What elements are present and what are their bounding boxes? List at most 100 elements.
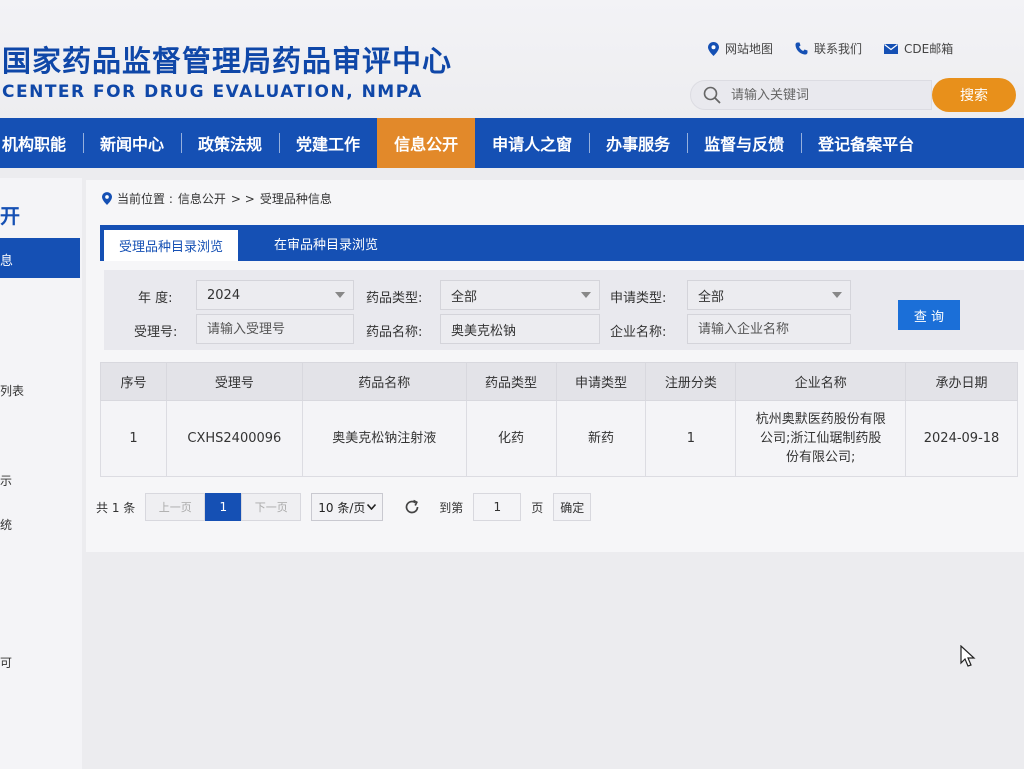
- contact-link[interactable]: 联系我们: [795, 40, 862, 57]
- breadcrumb-current: 受理品种信息: [259, 192, 332, 206]
- cell-company: 杭州奥默医药股份有限 公司;浙江仙琚制药股 份有限公司;: [735, 400, 907, 477]
- search-input[interactable]: [731, 87, 911, 103]
- search-icon: [703, 86, 721, 104]
- mouse-cursor-icon: [960, 645, 976, 667]
- company-field[interactable]: [687, 314, 851, 344]
- cell-apply-type: 新药: [555, 400, 647, 477]
- drug-name-value: 奥美克松钠: [451, 323, 517, 339]
- cell-date: 2024-09-18: [905, 400, 1018, 477]
- table-row[interactable]: 1 CXHS2400096 奥美克松钠注射液 化药 新药 1 杭州奥默医药股份有…: [100, 400, 1018, 477]
- mail-icon: [884, 43, 899, 54]
- tabs-bar: 受理品种目录浏览 在审品种目录浏览: [100, 225, 1024, 261]
- drug-type-select[interactable]: 全部: [440, 280, 600, 310]
- site-map-label: 网站地图: [725, 42, 774, 56]
- table-header-row: 序号 受理号 药品名称 药品类型 申请类型 注册分类 企业名称 承办日期: [100, 362, 1018, 401]
- col-accept-no: 受理号: [165, 362, 303, 401]
- search-box: [690, 80, 932, 110]
- nav-item-applicant[interactable]: 申请人之窗: [475, 118, 589, 168]
- col-apply-type: 申请类型: [555, 362, 647, 401]
- col-date: 承办日期: [905, 362, 1018, 401]
- goto-page-input[interactable]: 1: [473, 493, 522, 521]
- nav-item-news[interactable]: 新闻中心: [83, 118, 181, 168]
- cell-reg-class: 1: [645, 400, 737, 477]
- next-page-button[interactable]: 下一页: [241, 493, 302, 521]
- mail-label: CDE邮箱: [904, 42, 954, 56]
- prev-page-button[interactable]: 上一页: [145, 493, 206, 521]
- main-nav: 机构职能 新闻中心 政策法规 党建工作 信息公开 申请人之窗 办事服务 监督与反…: [0, 118, 1024, 168]
- location-pin-icon: [708, 41, 719, 56]
- sidebar-item-notice[interactable]: 示: [0, 472, 12, 489]
- chevron-down-icon: [335, 292, 345, 298]
- page-size-value: 10 条/页: [318, 500, 366, 515]
- col-drug-name: 药品名称: [301, 362, 467, 401]
- pagination: 共 1 条 上一页 1 下一页 10 条/页 到第 1 页 确定: [96, 492, 592, 522]
- drug-type-value: 全部: [451, 289, 478, 305]
- breadcrumb-prefix: 当前位置 :: [117, 192, 173, 206]
- cell-accept-no: CXHS2400096: [165, 400, 303, 477]
- tab-under-review-catalog[interactable]: 在审品种目录浏览: [260, 225, 392, 261]
- year-value: 2024: [207, 287, 241, 303]
- drug-name-label: 药品名称:: [366, 325, 423, 340]
- cell-index: 1: [100, 400, 167, 477]
- nav-item-registration[interactable]: 登记备案平台: [801, 118, 931, 168]
- sidebar-title: 开: [0, 204, 20, 228]
- apply-type-label: 申请类型:: [610, 291, 667, 306]
- year-label: 年 度:: [138, 291, 173, 306]
- results-table: 序号 受理号 药品名称 药品类型 申请类型 注册分类 企业名称 承办日期 1 C…: [100, 362, 1018, 477]
- year-select[interactable]: 2024: [196, 280, 354, 310]
- breadcrumb-separator: > >: [230, 191, 255, 206]
- company-line: 份有限公司;: [786, 450, 856, 465]
- nav-item-functions[interactable]: 机构职能: [0, 118, 83, 168]
- accept-no-field[interactable]: [196, 314, 354, 344]
- site-title-en: CENTER FOR DRUG EVALUATION, NMPA: [2, 82, 423, 102]
- page-number-current[interactable]: 1: [205, 493, 242, 521]
- col-company: 企业名称: [735, 362, 907, 401]
- site-title-cn: 国家药品监督管理局药品审评中心: [2, 44, 453, 78]
- sidebar-item-stats[interactable]: 统: [0, 516, 12, 533]
- nav-item-services[interactable]: 办事服务: [589, 118, 687, 168]
- page-suffix: 页: [531, 500, 544, 515]
- nav-item-supervision[interactable]: 监督与反馈: [687, 118, 801, 168]
- tab-accepted-catalog[interactable]: 受理品种目录浏览: [104, 230, 238, 261]
- contact-label: 联系我们: [814, 42, 863, 56]
- nav-item-info-disclosure[interactable]: 信息公开: [377, 118, 476, 168]
- mail-link[interactable]: CDE邮箱: [884, 40, 953, 57]
- sidebar: 开 息 列表 示 统 可: [0, 178, 82, 769]
- chevron-down-icon: [832, 292, 842, 298]
- drug-name-field[interactable]: 奥美克松钠: [440, 314, 600, 344]
- breadcrumb-info-disclosure[interactable]: 信息公开: [178, 190, 226, 207]
- col-index: 序号: [100, 362, 167, 401]
- breadcrumb: 当前位置 : 信息公开 > > 受理品种信息: [102, 190, 332, 207]
- sidebar-item-active[interactable]: 息: [0, 238, 80, 278]
- search-button[interactable]: 搜索: [932, 78, 1016, 112]
- site-map-link[interactable]: 网站地图: [708, 40, 773, 57]
- location-pin-icon: [102, 192, 112, 205]
- total-count: 共 1 条: [96, 500, 136, 515]
- sidebar-item-list[interactable]: 列表: [0, 382, 24, 399]
- chevron-down-icon: [581, 292, 591, 298]
- filter-panel: 年 度: 2024 药品类型: 全部 申请类型: 全部 受理号: 药品名称: 奥…: [104, 270, 1024, 350]
- chevron-down-icon: [367, 504, 377, 510]
- page-size-select[interactable]: 10 条/页: [311, 493, 384, 521]
- nav-item-policy[interactable]: 政策法规: [181, 118, 279, 168]
- goto-confirm-button[interactable]: 确定: [553, 493, 592, 521]
- company-line: 杭州奥默医药股份有限: [755, 412, 886, 427]
- site-header: 国家药品监督管理局药品审评中心 CENTER FOR DRUG EVALUATI…: [0, 0, 1024, 118]
- apply-type-value: 全部: [698, 289, 725, 305]
- refresh-icon[interactable]: [403, 498, 421, 516]
- phone-icon: [795, 42, 808, 55]
- col-drug-type: 药品类型: [465, 362, 557, 401]
- sidebar-item-permit[interactable]: 可: [0, 654, 12, 671]
- cell-drug-type: 化药: [465, 400, 557, 477]
- top-links: 网站地图 联系我们 CDE邮箱: [708, 40, 953, 57]
- accept-no-input[interactable]: [207, 321, 353, 337]
- company-label: 企业名称:: [610, 325, 667, 340]
- query-button[interactable]: 查 询: [898, 300, 960, 330]
- col-reg-class: 注册分类: [645, 362, 737, 401]
- company-input[interactable]: [698, 321, 850, 337]
- cell-drug-name: 奥美克松钠注射液: [301, 400, 467, 477]
- apply-type-select[interactable]: 全部: [687, 280, 851, 310]
- accept-no-label: 受理号:: [134, 325, 178, 340]
- nav-item-party[interactable]: 党建工作: [279, 118, 377, 168]
- drug-type-label: 药品类型:: [366, 291, 423, 306]
